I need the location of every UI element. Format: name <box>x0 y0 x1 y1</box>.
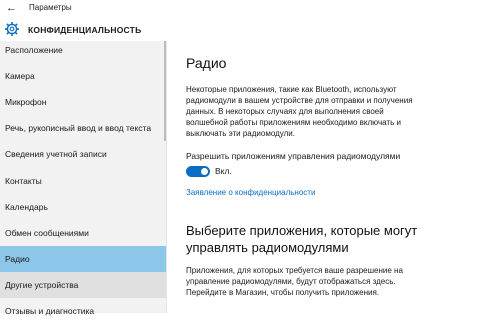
toggle-knob <box>201 168 208 175</box>
page-title: Радио <box>186 55 227 71</box>
choose-apps-text: Приложения, для которых требуется ваше р… <box>186 266 403 297</box>
sidebar-item-account-info[interactable]: Сведения учетной записи <box>0 141 166 167</box>
title-bar: ← Параметры <box>0 0 480 18</box>
back-arrow-icon[interactable]: ← <box>6 2 18 15</box>
choose-apps-heading: Выберите приложения, которые могут управ… <box>186 223 418 255</box>
sidebar-item-location[interactable]: Расположение <box>0 37 166 63</box>
sidebar: Расположение Камера Микрофон Речь, рукоп… <box>0 41 167 316</box>
toggle-state-label: Вкл. <box>215 166 232 176</box>
radio-description: Некоторые приложения, такие как Bluetoot… <box>186 85 413 138</box>
sidebar-scrollbar[interactable] <box>164 41 166 141</box>
sidebar-item-radio[interactable]: Радио <box>0 246 166 272</box>
sidebar-item-messaging[interactable]: Обмен сообщениями <box>0 220 166 246</box>
sidebar-item-feedback[interactable]: Отзывы и диагностика <box>0 298 166 324</box>
privacy-statement-link[interactable]: Заявление о конфиденциальности <box>186 188 315 197</box>
radio-control-toggle[interactable] <box>186 166 210 177</box>
sidebar-item-camera[interactable]: Камера <box>0 63 166 89</box>
sidebar-item-microphone[interactable]: Микрофон <box>0 89 166 115</box>
sidebar-item-calendar[interactable]: Календарь <box>0 194 166 220</box>
gear-icon <box>5 22 19 36</box>
sidebar-item-contacts[interactable]: Контакты <box>0 168 166 194</box>
sidebar-item-other-devices[interactable]: Другие устройства <box>0 272 166 298</box>
toggle-caption: Разрешить приложениям управления радиомо… <box>186 151 401 161</box>
sidebar-item-speech[interactable]: Речь, рукописный ввод и ввод текста <box>0 115 166 141</box>
app-title: Параметры <box>29 3 72 12</box>
section-title: КОНФИДЕНЦИАЛЬНОСТЬ <box>28 25 142 35</box>
